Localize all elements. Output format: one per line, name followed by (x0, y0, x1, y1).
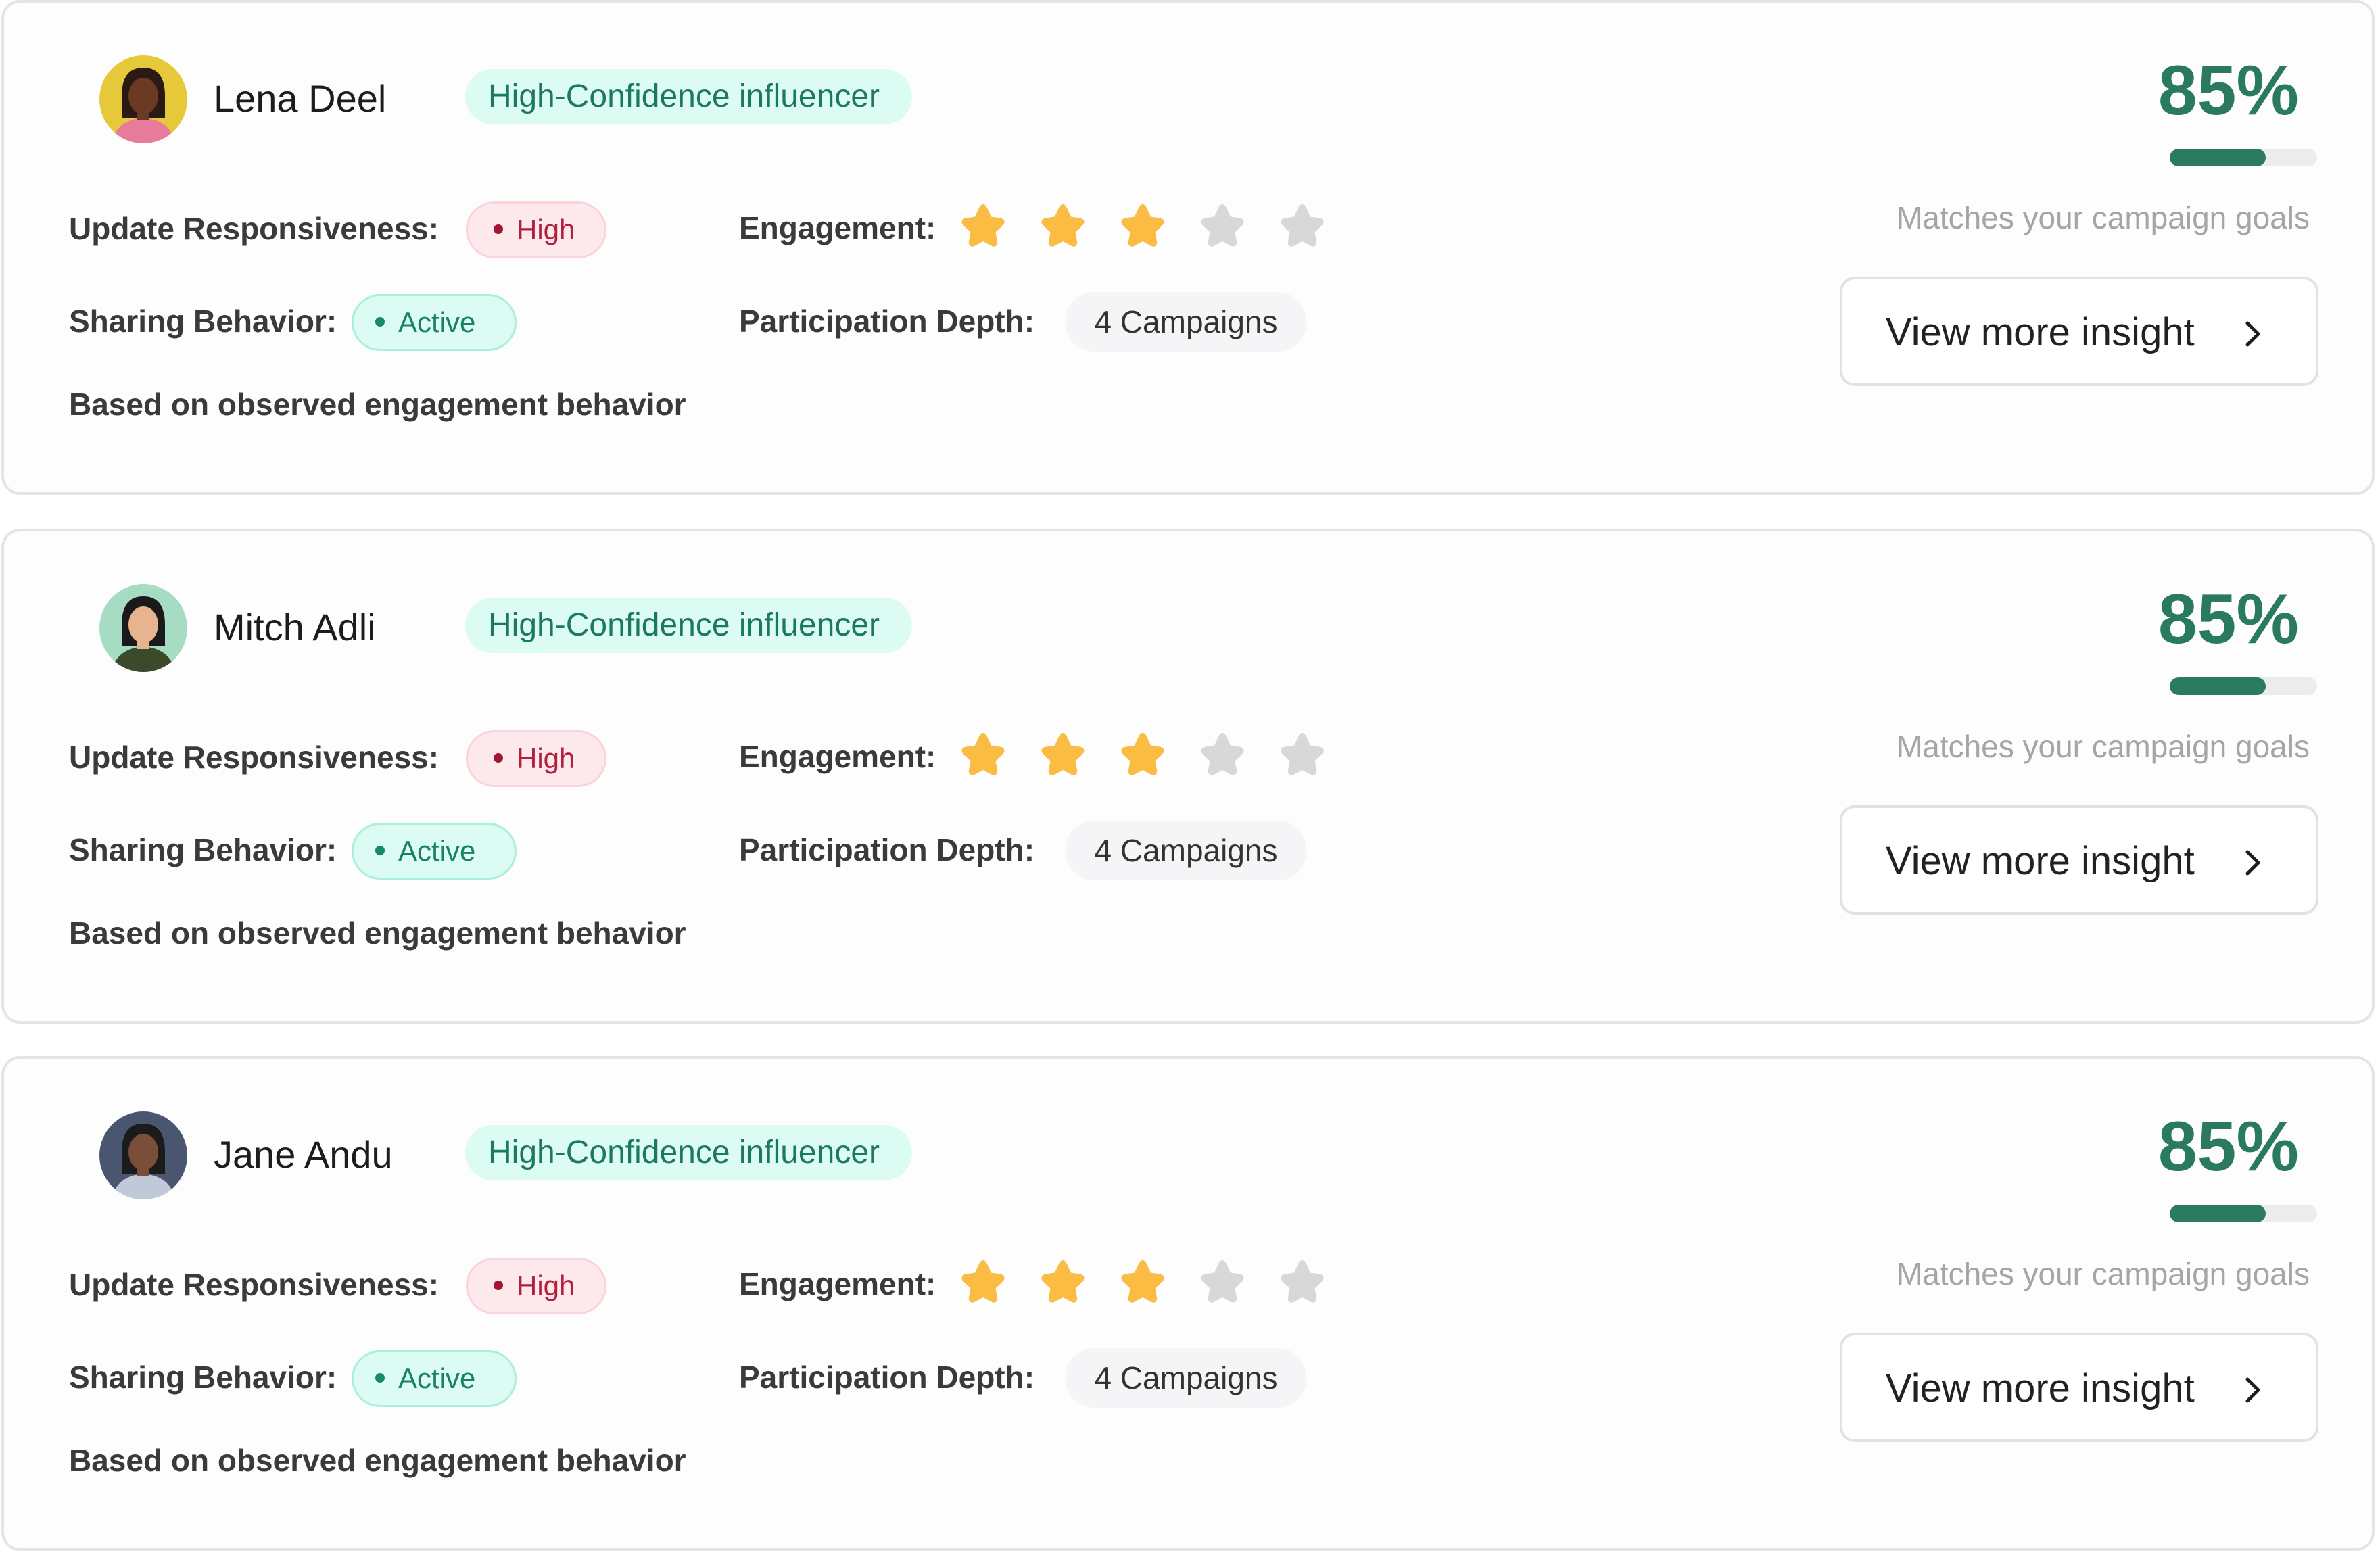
engagement-rating (956, 1256, 1355, 1310)
match-percent: 85% (2158, 580, 2299, 659)
view-more-insight-button[interactable]: View more insight (1840, 1333, 2318, 1442)
responsiveness-label: Update Responsiveness: (69, 740, 439, 775)
match-progress-fill (2170, 677, 2266, 695)
status-dot-icon (494, 752, 503, 763)
basis-note: Based on observed engagement behavior (69, 387, 686, 422)
match-progress-fill (2170, 149, 2266, 166)
influencer-list: Mitch Adli High-Confidence influencer Up… (0, 0, 2380, 1555)
star-icon (1275, 1256, 1329, 1310)
sharing-label: Sharing Behavior: (69, 1360, 337, 1395)
influencer-card: Lena Deel High-Confidence influencer Upd… (1, 0, 2375, 495)
responsiveness-badge: High (466, 1258, 606, 1314)
participation-depth-label: Participation Depth: (739, 832, 1035, 867)
engagement-rating (956, 200, 1355, 254)
star-icon (1275, 200, 1329, 254)
status-dot-icon (375, 845, 385, 855)
star-icon (1036, 1256, 1090, 1310)
sharing-badge: Active (352, 823, 517, 880)
responsiveness-value: High (517, 214, 575, 245)
influencer-card: Mitch Adli High-Confidence influencer Up… (1, 529, 2375, 1024)
engagement-label: Engagement: (739, 210, 936, 245)
star-icon (1195, 1256, 1250, 1310)
responsiveness-value: High (517, 1270, 575, 1301)
status-dot-icon (494, 224, 503, 234)
chevron-right-icon (2237, 847, 2268, 878)
influencer-name: Lena Deel (214, 77, 387, 120)
view-more-insight-button[interactable]: View more insight (1840, 277, 2318, 386)
influencer-name: Jane Andu (214, 1133, 393, 1176)
confidence-badge: High-Confidence influencer (465, 69, 912, 124)
participation-depth-badge: 4 Campaigns (1066, 1348, 1306, 1408)
match-caption: Matches your campaign goals (1896, 729, 2310, 764)
participation-depth-label: Participation Depth: (739, 1360, 1035, 1395)
view-more-insight-button[interactable]: View more insight (1840, 805, 2318, 915)
match-caption: Matches your campaign goals (1896, 1256, 2310, 1291)
engagement-label: Engagement: (739, 739, 936, 774)
match-progress-bar (2170, 1205, 2317, 1222)
influencer-name: Mitch Adli (214, 606, 376, 648)
chevron-right-icon (2237, 318, 2268, 350)
confidence-badge: High-Confidence influencer (465, 598, 912, 653)
sharing-badge: Active (352, 294, 517, 351)
avatar (99, 1111, 187, 1199)
participation-depth-badge: 4 Campaigns (1066, 292, 1306, 352)
engagement-rating (956, 729, 1355, 783)
sharing-value: Active (398, 306, 476, 338)
view-more-insight-label: View more insight (1886, 310, 2195, 354)
star-icon (1036, 729, 1090, 783)
star-icon (1036, 200, 1090, 254)
sharing-value: Active (398, 835, 476, 867)
match-progress-fill (2170, 1205, 2266, 1222)
star-icon (1275, 729, 1329, 783)
responsiveness-label: Update Responsiveness: (69, 1267, 439, 1302)
sharing-value: Active (398, 1362, 476, 1394)
star-icon (956, 1256, 1010, 1310)
participation-depth-badge: 4 Campaigns (1066, 821, 1306, 880)
avatar (99, 55, 187, 143)
chevron-right-icon (2237, 1374, 2268, 1406)
basis-note: Based on observed engagement behavior (69, 1443, 686, 1478)
status-dot-icon (375, 1372, 385, 1383)
view-more-insight-label: View more insight (1886, 839, 2195, 883)
sharing-label: Sharing Behavior: (69, 832, 337, 867)
responsiveness-label: Update Responsiveness: (69, 211, 439, 246)
responsiveness-badge: High (466, 201, 606, 258)
match-caption: Matches your campaign goals (1896, 200, 2310, 235)
avatar (99, 584, 187, 672)
influencer-card: Jane Andu High-Confidence influencer Upd… (1, 1056, 2375, 1551)
status-dot-icon (375, 316, 385, 327)
responsiveness-value: High (517, 742, 575, 774)
star-icon (1195, 200, 1250, 254)
star-icon (1116, 200, 1170, 254)
view-more-insight-label: View more insight (1886, 1366, 2195, 1410)
star-icon (1116, 729, 1170, 783)
confidence-badge: High-Confidence influencer (465, 1125, 912, 1180)
status-dot-icon (494, 1280, 503, 1290)
star-icon (1195, 729, 1250, 783)
engagement-label: Engagement: (739, 1266, 936, 1301)
responsiveness-badge: High (466, 730, 606, 787)
basis-note: Based on observed engagement behavior (69, 915, 686, 951)
match-percent: 85% (2158, 1107, 2299, 1186)
sharing-badge: Active (352, 1350, 517, 1407)
participation-depth-label: Participation Depth: (739, 304, 1035, 339)
star-icon (956, 200, 1010, 254)
match-percent: 85% (2158, 51, 2299, 130)
star-icon (1116, 1256, 1170, 1310)
match-progress-bar (2170, 149, 2317, 166)
sharing-label: Sharing Behavior: (69, 304, 337, 339)
star-icon (956, 729, 1010, 783)
match-progress-bar (2170, 677, 2317, 695)
